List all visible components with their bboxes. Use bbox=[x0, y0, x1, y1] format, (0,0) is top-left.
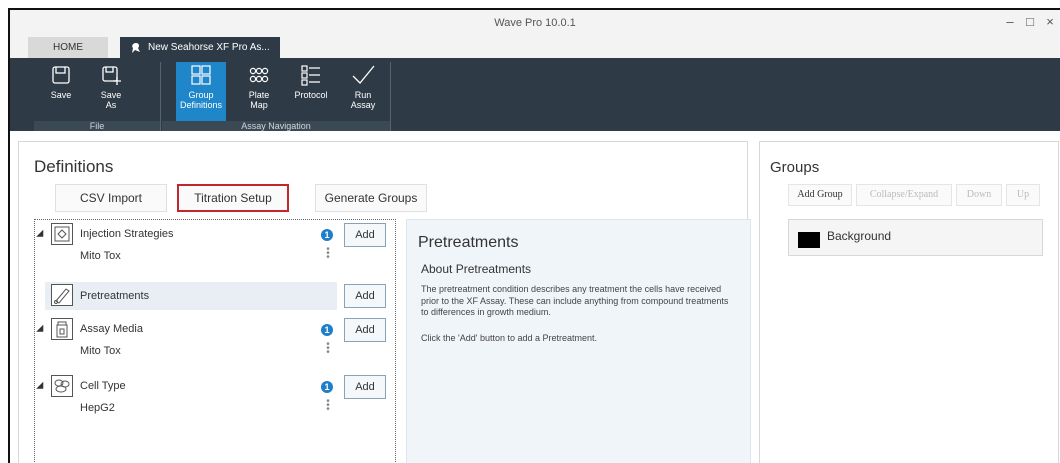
add-injection-strategy-button[interactable]: Add bbox=[344, 223, 386, 247]
add-assay-media-button[interactable]: Add bbox=[344, 318, 386, 342]
count-badge: 1 bbox=[321, 381, 333, 393]
count-badge: 1 bbox=[321, 229, 333, 241]
save-as-icon bbox=[102, 66, 121, 85]
injection-strategies-icon bbox=[51, 223, 73, 245]
run-assay-label: Run Assay bbox=[350, 90, 376, 110]
groups-panel: Groups Add Group Collapse/Expand Down Up… bbox=[759, 141, 1059, 463]
definitions-tree: Injection Strategies Mito Tox 1 • • • Add … bbox=[34, 219, 396, 463]
info-description: The pretreatment condition describes any… bbox=[421, 284, 729, 317]
collapse-expand-button[interactable]: Collapse/Expand bbox=[856, 184, 952, 206]
info-panel: Pretreatments About Pretreatments The pr… bbox=[406, 219, 751, 463]
app-window: Wave Pro 10.0.1 – □ × HOME New Seahorse … bbox=[8, 8, 1060, 463]
protocol-icon bbox=[301, 65, 320, 86]
window-title: Wave Pro 10.0.1 bbox=[494, 17, 576, 29]
tab-assay-label: New Seahorse XF Pro As... bbox=[148, 42, 270, 53]
definitions-title: Definitions bbox=[34, 157, 114, 176]
csv-import-button[interactable]: CSV Import bbox=[55, 184, 167, 212]
title-bar: Wave Pro 10.0.1 – □ × HOME New Seahorse … bbox=[10, 10, 1060, 58]
more-options-icon[interactable]: • • • bbox=[325, 245, 331, 263]
tab-home[interactable]: HOME bbox=[28, 37, 108, 58]
expand-caret-icon[interactable] bbox=[36, 381, 47, 393]
info-instruction: Click the 'Add' button to add a Pretreat… bbox=[421, 333, 598, 343]
plate-map-button[interactable]: Plate Map bbox=[236, 62, 282, 122]
group-definitions-label: Group Definitions bbox=[179, 90, 223, 110]
ribbon-separator bbox=[390, 62, 391, 131]
ribbon-toolbar: Save Save As Group Definitions Plate Map… bbox=[10, 58, 1060, 131]
plate-map-label: Plate Map bbox=[248, 90, 270, 110]
run-assay-button[interactable]: Run Assay bbox=[340, 62, 386, 122]
more-options-icon[interactable]: • • • bbox=[325, 340, 331, 358]
add-group-button[interactable]: Add Group bbox=[788, 184, 852, 206]
generate-groups-button[interactable]: Generate Groups bbox=[315, 184, 427, 212]
titration-setup-button[interactable]: Titration Setup bbox=[177, 184, 289, 212]
tree-item-label: Pretreatments bbox=[80, 290, 150, 302]
tree-item-value: Mito Tox bbox=[80, 250, 121, 262]
ribbon-separator bbox=[160, 62, 161, 131]
definitions-panel: Definitions CSV Import Titration Setup G… bbox=[18, 141, 751, 463]
ribbon-group-assay-navigation: Assay Navigation bbox=[162, 121, 390, 131]
ribbon-group-file: File bbox=[34, 121, 160, 131]
close-button[interactable]: × bbox=[1040, 12, 1060, 32]
expand-caret-icon[interactable] bbox=[36, 324, 47, 336]
expand-caret-icon[interactable] bbox=[36, 229, 47, 241]
save-as-button[interactable]: Save As bbox=[88, 62, 134, 122]
add-cell-type-button[interactable]: Add bbox=[344, 375, 386, 399]
tree-item-label: Injection Strategies bbox=[80, 228, 174, 240]
save-button[interactable]: Save bbox=[38, 62, 84, 122]
count-badge: 1 bbox=[321, 324, 333, 336]
tree-item-label: Cell Type bbox=[80, 380, 126, 392]
plate-map-icon bbox=[249, 67, 269, 83]
group-definitions-icon bbox=[191, 65, 211, 85]
save-as-label: Save As bbox=[100, 90, 122, 110]
tab-assay-document[interactable]: New Seahorse XF Pro As... bbox=[120, 37, 280, 58]
down-button[interactable]: Down bbox=[956, 184, 1002, 206]
more-options-icon[interactable]: • • • bbox=[325, 397, 331, 415]
group-item-background[interactable]: Background bbox=[788, 219, 1043, 256]
tree-item-value: HepG2 bbox=[80, 402, 115, 414]
info-subtitle: About Pretreatments bbox=[421, 262, 532, 276]
tree-item-value: Mito Tox bbox=[80, 345, 121, 357]
seahorse-logo-icon bbox=[132, 42, 140, 53]
pretreatment-icon bbox=[51, 284, 73, 306]
group-definitions-button[interactable]: Group Definitions bbox=[176, 62, 226, 122]
checkmark-icon bbox=[352, 65, 375, 84]
groups-title: Groups bbox=[770, 159, 820, 176]
info-title: Pretreatments bbox=[418, 234, 519, 251]
window-controls: – □ × bbox=[1000, 12, 1060, 32]
save-icon bbox=[52, 66, 70, 84]
save-label: Save bbox=[50, 90, 72, 100]
group-color-swatch[interactable] bbox=[798, 232, 820, 248]
group-name: Background bbox=[827, 229, 892, 243]
add-pretreatment-button[interactable]: Add bbox=[344, 284, 386, 308]
assay-media-icon bbox=[51, 318, 73, 340]
protocol-label: Protocol bbox=[294, 90, 328, 100]
protocol-button[interactable]: Protocol bbox=[288, 62, 334, 122]
maximize-button[interactable]: □ bbox=[1020, 12, 1040, 32]
up-button[interactable]: Up bbox=[1006, 184, 1040, 206]
minimize-button[interactable]: – bbox=[1000, 12, 1020, 32]
cell-type-icon bbox=[51, 375, 73, 397]
tree-item-label: Assay Media bbox=[80, 323, 143, 335]
